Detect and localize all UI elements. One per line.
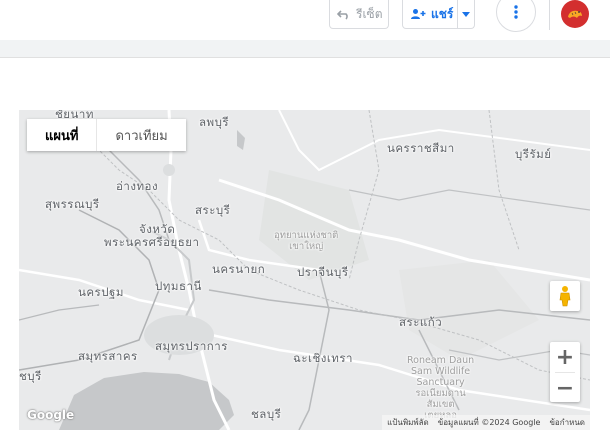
share-button[interactable]: แชร์ [403, 0, 459, 28]
zoom-in-button[interactable]: + [550, 342, 580, 372]
map-attribution-bar: แป้นพิมพ์ลัด ข้อมูลแผนที่ ©2024 Google ข… [382, 415, 590, 430]
avatar[interactable] [561, 0, 589, 28]
pegman-icon [559, 286, 571, 307]
place-label-samut-sakhon: สมุทรสาคร [78, 349, 138, 363]
national-park-line2: เขาใหญ่ [289, 241, 324, 252]
tiger-avatar-icon [568, 10, 582, 18]
share-dropdown-button[interactable] [458, 0, 474, 28]
place-label-samut-prakan: สมุทรปราการ [155, 339, 228, 353]
place-label-national-park: อุทยานแห่งชาติ เขาใหญ่ [274, 230, 338, 252]
place-label-lopburi: ลพบุรี [199, 115, 230, 129]
share-button-group: แชร์ [402, 0, 475, 29]
person-add-icon [411, 9, 426, 19]
more-vert-icon [514, 5, 518, 19]
undo-icon [337, 10, 348, 20]
map-data-label: ข้อมูลแผนที่ ©2024 Google [437, 418, 541, 427]
sanctuary-line1: Roneam Daun [407, 355, 475, 366]
place-label-nakhon-ratchasima: นครราชสีมา [387, 141, 455, 155]
keyboard-shortcuts-link[interactable]: แป้นพิมพ์ลัด [387, 416, 429, 429]
terms-link[interactable]: ข้อกำหนด [549, 416, 585, 429]
reset-label: รีเซ็ต [356, 6, 383, 21]
toolbar-divider [549, 0, 550, 30]
map-type-satellite-button[interactable]: ดาวเทียม [97, 119, 185, 151]
place-label-prachinburi: ปราจีนบุรี [297, 265, 349, 279]
sanctuary-line4: รอเนียมดาน [415, 388, 466, 399]
zoom-out-button[interactable]: − [550, 373, 580, 403]
map-type-map-button[interactable]: แผนที่ [27, 119, 98, 151]
place-label-sa-kaeo: สระแก้ว [399, 315, 443, 329]
zoom-control: + − [550, 342, 580, 402]
more-options-button[interactable] [496, 0, 536, 32]
place-label-ayutthaya-line2: พระนครศรีอยุธยา [104, 235, 200, 249]
top-toolbar: รีเซ็ต แชร์ [0, 0, 610, 40]
street-view-pegman-button[interactable] [550, 281, 580, 311]
place-label-saraburi: สระบุรี [195, 203, 231, 217]
reset-button[interactable]: รีเซ็ต [329, 0, 389, 29]
place-label-chachoengsao: ฉะเชิงเทรา [293, 351, 354, 365]
place-label-wildlife-sanctuary: Roneam Daun Sam Wildlife Sanctuary รอเนี… [407, 355, 474, 421]
place-label-suphanburi: สุพรรณบุรี [45, 197, 100, 211]
header-band [0, 40, 610, 58]
sanctuary-line2: Sam Wildlife [411, 366, 471, 377]
sanctuary-line5: สัมเขต [426, 399, 455, 410]
sanctuary-line3: Sanctuary [416, 377, 465, 388]
share-label: แชร์ [431, 6, 454, 21]
map-view[interactable]: ชัยนาท ลพบุรี นครราชสีมา บุรีรัมย์ อ่างท… [19, 110, 590, 430]
google-logo: Google [27, 408, 75, 422]
place-label-nakhon-pathom: นครปฐม [78, 285, 124, 299]
place-label-ratchaburi: ชบุรี [19, 369, 42, 383]
place-label-buriram: บุรีรัมย์ [515, 147, 552, 161]
place-label-nakhon-nayok: นครนายก [212, 262, 266, 276]
place-label-pathum-thani: ปทุมธานี [155, 279, 202, 293]
national-park-line1: อุทยานแห่งชาติ [274, 230, 339, 241]
map-type-control: แผนที่ ดาวเทียม [27, 119, 186, 151]
caret-down-icon [462, 11, 471, 17]
place-label-chonburi: ชลบุรี [251, 407, 282, 421]
place-label-ang-thong: อ่างทอง [116, 179, 159, 193]
